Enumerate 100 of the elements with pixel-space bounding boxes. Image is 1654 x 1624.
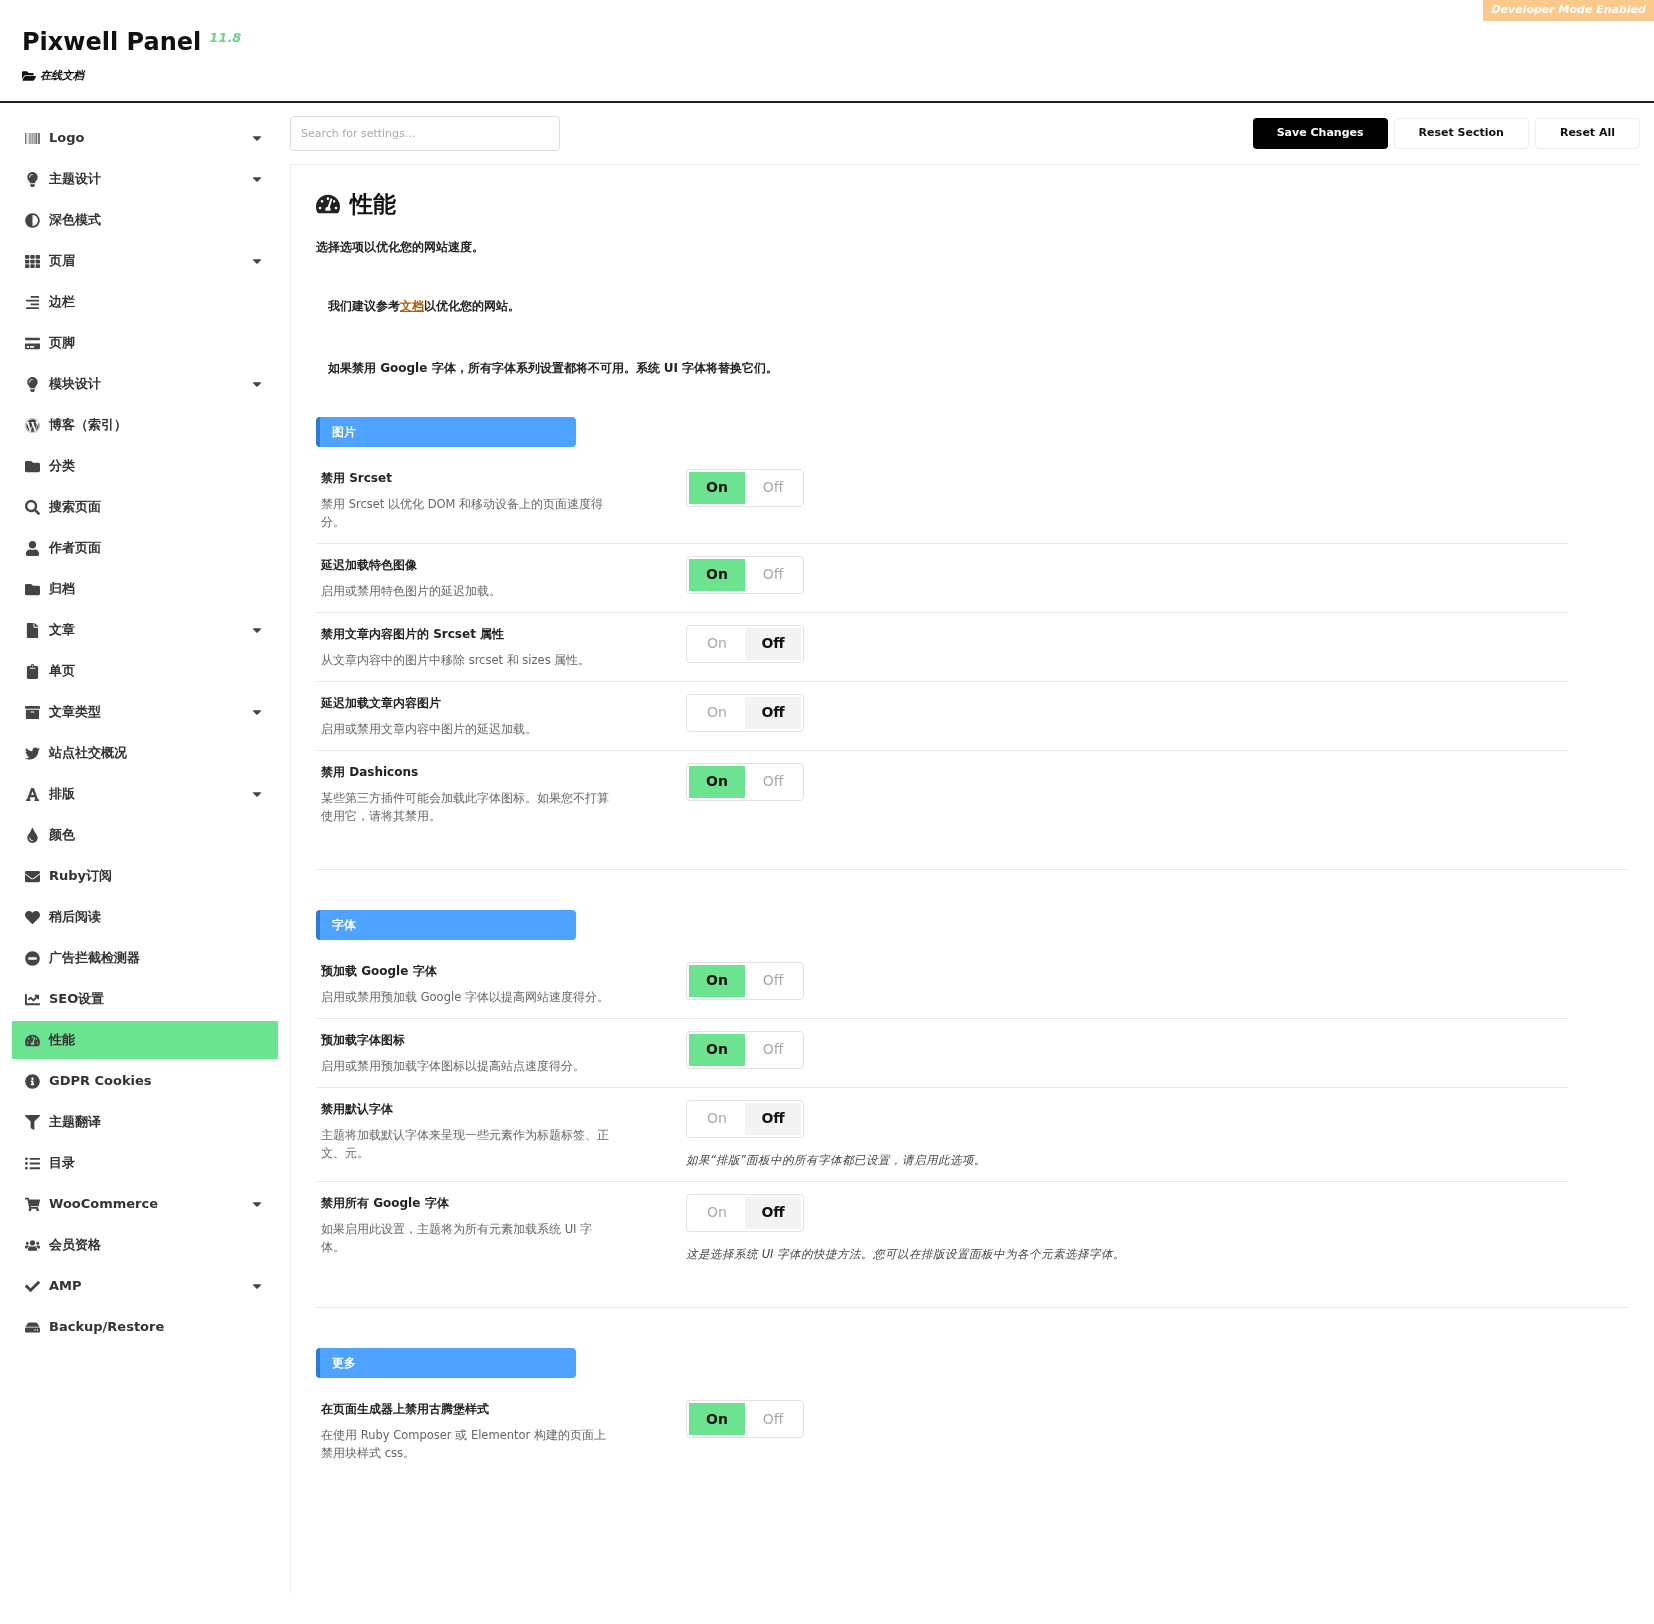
off-option[interactable]: Off xyxy=(745,696,801,729)
sidebar-item[interactable]: 文章 xyxy=(12,611,278,649)
sidebar-item[interactable]: 搜索页面 xyxy=(12,488,278,526)
on-option[interactable]: On xyxy=(689,1403,745,1435)
sidebar-item[interactable]: Logo xyxy=(12,119,278,157)
sidebar-item[interactable]: 目录 xyxy=(12,1144,278,1182)
sidebar-item[interactable]: 深色模式 xyxy=(12,201,278,239)
check-icon xyxy=(25,1278,40,1294)
sidebar-label: Logo xyxy=(49,129,86,148)
developer-mode-badge: Developer Mode Enabled xyxy=(1483,0,1654,21)
sidebar-label: 稍后阅读 xyxy=(49,908,102,927)
sidebar-label: 归档 xyxy=(49,580,76,599)
on-off-toggle[interactable]: On Off xyxy=(686,624,804,663)
sidebar-item[interactable]: 颜色 xyxy=(12,816,278,854)
sidebar-label: WooCommerce xyxy=(49,1195,160,1214)
on-off-toggle[interactable]: On Off xyxy=(686,961,804,1000)
sidebar-item[interactable]: GDPR Cookies xyxy=(12,1062,278,1100)
sidebar-item[interactable]: 排版 xyxy=(12,775,278,813)
setting-description: 在使用 Ruby Composer 或 Elementor 构建的页面上禁用块样式 css。 xyxy=(321,1427,607,1462)
sidebar-item[interactable]: 模块设计 xyxy=(12,365,278,403)
on-option[interactable]: On xyxy=(689,765,745,798)
sidebar-item[interactable]: 性能 xyxy=(12,1021,278,1059)
setting-title: 禁用文章内容图片的 Srcset 属性 xyxy=(321,625,506,643)
envelope-icon xyxy=(25,868,40,884)
info-icon xyxy=(25,1073,40,1089)
reset-section-button[interactable]: Reset Section xyxy=(1393,118,1529,149)
on-off-toggle[interactable]: On Off xyxy=(686,693,804,732)
sidebar-label: 主题翻译 xyxy=(49,1113,102,1132)
sidebar-label: 主题设计 xyxy=(49,170,102,189)
sidebar-label: 博客（索引） xyxy=(49,416,128,435)
setting-description: 启用或禁用文章内容中图片的延迟加载。 xyxy=(321,720,538,738)
off-option[interactable]: Off xyxy=(745,1196,801,1229)
folder-icon xyxy=(25,458,40,474)
setting-description: 某些第三方插件可能会加载此字体图标。如果您不打算使用它，请将其禁用。 xyxy=(321,789,610,825)
sidebar-item[interactable]: 分类 xyxy=(12,447,278,485)
sidebar-label: 搜索页面 xyxy=(49,498,102,517)
sidebar-label: 分类 xyxy=(49,457,76,476)
on-off-toggle[interactable]: On Off xyxy=(686,1400,804,1438)
sidebar-item[interactable]: 作者页面 xyxy=(12,529,278,567)
sidebar-item[interactable]: 单页 xyxy=(12,652,278,690)
sidebar-item[interactable]: WooCommerce xyxy=(12,1185,278,1223)
sidebar-item[interactable]: 稍后阅读 xyxy=(12,898,278,936)
on-option[interactable]: On xyxy=(689,1033,745,1066)
archive-icon xyxy=(25,704,40,720)
off-option[interactable]: Off xyxy=(745,1102,801,1135)
sidebar-item[interactable]: 会员资格 xyxy=(12,1226,278,1264)
sidebar-item[interactable]: 主题设计 xyxy=(12,160,278,198)
section-title-bar: 字体 xyxy=(316,909,576,940)
search-field[interactable]: Search for settings... xyxy=(290,116,560,151)
docs-link[interactable]: 在线文档 xyxy=(40,68,84,85)
sidebar-item[interactable]: 博客（索引） xyxy=(12,406,278,444)
setting-title: 禁用所有 Google 字体 xyxy=(321,1194,450,1212)
sidebar-label: 文章 xyxy=(49,621,76,640)
sidebar-item[interactable]: AMP xyxy=(12,1267,278,1305)
on-option[interactable]: On xyxy=(689,471,745,504)
sidebar-label: 深色模式 xyxy=(49,211,102,230)
sidebar-item[interactable]: 主题翻译 xyxy=(12,1103,278,1141)
on-off-toggle[interactable]: On Off xyxy=(686,762,804,801)
sidebar-item[interactable]: 文章类型 xyxy=(12,693,278,731)
folder-icon xyxy=(22,69,36,84)
search-icon xyxy=(25,499,40,515)
circle-w-icon xyxy=(25,417,40,433)
on-option[interactable]: On xyxy=(689,558,745,591)
sidebar-label: SEO设置 xyxy=(49,990,106,1009)
on-off-toggle[interactable]: On Off xyxy=(686,468,804,507)
sidebar-label: GDPR Cookies xyxy=(49,1072,153,1091)
setting-note: 如果“排版”面板中的所有字体都已设置，请启用此选项。 xyxy=(686,1151,986,1169)
on-off-toggle[interactable]: On Off xyxy=(686,1193,804,1232)
heart-icon xyxy=(25,909,40,925)
setting-title: 在页面生成器上禁用古腾堡样式 xyxy=(321,1401,490,1418)
on-option[interactable]: On xyxy=(689,964,745,997)
sidebar-item[interactable]: 站点社交概况 xyxy=(12,734,278,772)
on-off-toggle[interactable]: On Off xyxy=(686,1099,804,1138)
on-off-toggle[interactable]: On Off xyxy=(686,1030,804,1069)
gauge-icon xyxy=(25,1032,40,1048)
reset-all-button[interactable]: Reset All xyxy=(1534,118,1640,149)
version-label: 11.8 xyxy=(209,29,242,47)
clipboard-icon xyxy=(25,663,40,679)
sidebar-item[interactable]: 页眉 xyxy=(12,242,278,280)
sidebar-label: 性能 xyxy=(49,1031,76,1050)
save-changes-button[interactable]: Save Changes xyxy=(1252,118,1388,149)
sidebar-label: AMP xyxy=(49,1277,83,1296)
sidebar-item[interactable]: Ruby订阅 xyxy=(12,857,278,895)
sidebar-item[interactable]: 边栏 xyxy=(12,283,278,321)
sidebar-label: 会员资格 xyxy=(49,1236,102,1255)
info-text: 如果禁用 Google 字体，所有字体系列设置都将不可用。系统 UI 字体将替换它们。 xyxy=(328,359,780,377)
sidebar-item[interactable]: 广告拦截检测器 xyxy=(12,939,278,977)
panel-title: Pixwell Panel xyxy=(22,27,202,58)
sidebar-item[interactable]: 页脚 xyxy=(12,324,278,362)
setting-description: 启用或禁用预加载字体图标以提高站点速度得分。 xyxy=(321,1057,586,1075)
docs-link[interactable]: 文档 xyxy=(400,298,424,313)
grid-icon xyxy=(25,253,40,269)
on-off-toggle[interactable]: On Off xyxy=(686,555,804,594)
sidebar-label: 目录 xyxy=(49,1154,76,1173)
off-option[interactable]: Off xyxy=(745,627,801,660)
sidebar-item[interactable]: SEO设置 xyxy=(12,980,278,1018)
sidebar-item[interactable]: Backup/Restore xyxy=(12,1308,278,1346)
sidebar-item[interactable]: 归档 xyxy=(12,570,278,608)
sidebar-label: Backup/Restore xyxy=(49,1318,166,1337)
sidebar-label: 页脚 xyxy=(49,334,76,353)
